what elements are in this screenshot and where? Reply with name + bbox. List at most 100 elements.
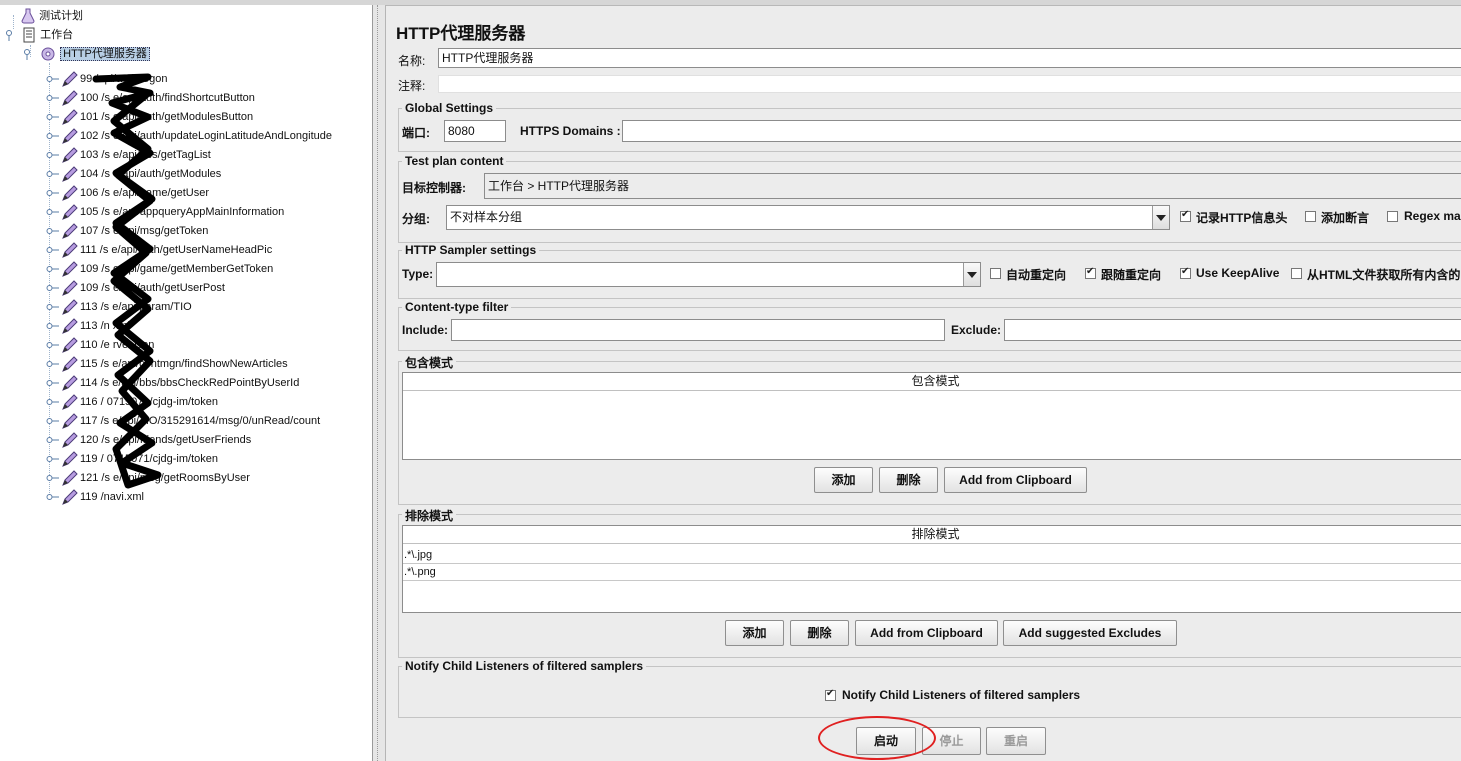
collapsed-handle-icon[interactable] [46, 302, 60, 312]
follow-redirect-checkbox[interactable] [1085, 266, 1096, 279]
collapsed-handle-icon[interactable] [46, 416, 60, 426]
add-suggested-excludes-button[interactable]: Add suggested Excludes [1003, 620, 1177, 646]
comment-field[interactable] [438, 75, 1461, 93]
exclude-patterns-table[interactable]: 排除模式 .*\.jpg .*\.png [402, 525, 1461, 613]
exclude-add-button[interactable]: 添加 [725, 620, 784, 646]
include-delete-button[interactable]: 删除 [879, 467, 938, 493]
http-sampler-pen-icon [62, 394, 78, 410]
keepalive-label: Use KeepAlive [1196, 266, 1280, 280]
notify-title: Notify Child Listeners of filtered sampl… [402, 659, 647, 673]
collapsed-handle-icon[interactable] [46, 454, 60, 464]
chevron-down-icon[interactable] [963, 263, 980, 286]
http-sampler-pen-icon [62, 71, 78, 87]
chevron-down-icon[interactable] [1152, 206, 1169, 229]
http-sampler-pen-icon [62, 261, 78, 277]
tree-node-sampler[interactable]: 102 /s e/api/auth/updateLoginLatitudeAnd… [46, 127, 332, 145]
collapsed-handle-icon[interactable] [46, 283, 60, 293]
redaction-scribble [92, 73, 162, 489]
collapsed-handle-icon[interactable] [46, 74, 60, 84]
type-label: Type: [402, 267, 434, 281]
record-headers-checkbox[interactable] [1180, 209, 1191, 222]
collapsed-handle-icon[interactable] [46, 473, 60, 483]
tree-node-workbench[interactable]: 工作台 [4, 26, 73, 44]
http-sampler-pen-icon [62, 432, 78, 448]
http-sampler-pen-icon [62, 356, 78, 372]
http-sampler-pen-icon [62, 451, 78, 467]
comment-label: 注释: [398, 79, 426, 93]
type-select[interactable] [436, 262, 981, 287]
include-patterns-column-header: 包含模式 [403, 373, 1461, 391]
http-sampler-pen-icon [62, 375, 78, 391]
http-sampler-pen-icon [62, 413, 78, 429]
collapsed-handle-icon[interactable] [46, 226, 60, 236]
exclude-clipboard-button[interactable]: Add from Clipboard [855, 620, 998, 646]
collapsed-handle-icon[interactable] [46, 93, 60, 103]
regex-match-checkbox[interactable] [1387, 211, 1398, 222]
collapsed-handle-icon[interactable] [46, 435, 60, 445]
collapsed-handle-icon[interactable] [46, 397, 60, 407]
tree-node-proxy-server[interactable]: HTTP代理服务器 [22, 45, 150, 63]
table-row[interactable]: .*\.png [403, 564, 1461, 581]
proxy-server-icon [41, 47, 55, 61]
tree-node-sampler[interactable]: 117 /s e/api/TIO/315291614/msg/0/unRead/… [46, 412, 320, 430]
add-assertions-checkbox[interactable] [1305, 211, 1316, 222]
collapsed-handle-icon[interactable] [46, 207, 60, 217]
http-sampler-pen-icon [62, 280, 78, 296]
include-clipboard-button[interactable]: Add from Clipboard [944, 467, 1087, 493]
tree-node-sampler[interactable]: 114 /s e/api/bbs/bbsCheckRedPointByUserI… [46, 374, 299, 392]
expand-handle-icon[interactable] [4, 28, 18, 42]
proxy-config-panel: HTTP代理服务器 名称: HTTP代理服务器 注释: Global Setti… [386, 5, 1461, 761]
http-sampler-pen-icon [62, 147, 78, 163]
include-field[interactable] [451, 319, 945, 341]
collapsed-handle-icon[interactable] [46, 188, 60, 198]
notify-checkbox[interactable] [825, 688, 836, 701]
selected-node-label: HTTP代理服务器 [60, 47, 150, 62]
http-sampler-pen-icon [62, 109, 78, 125]
add-assertions-label: 添加断言 [1321, 211, 1370, 225]
collapsed-handle-icon[interactable] [46, 359, 60, 369]
http-sampler-pen-icon [62, 242, 78, 258]
collapsed-handle-icon[interactable] [46, 264, 60, 274]
embedded-resources-checkbox[interactable] [1291, 268, 1302, 279]
http-sampler-pen-icon [62, 337, 78, 353]
auto-redirect-checkbox[interactable] [990, 268, 1001, 279]
http-sampler-pen-icon [62, 128, 78, 144]
collapsed-handle-icon[interactable] [46, 378, 60, 388]
port-field[interactable]: 8080 [444, 120, 506, 142]
restart-button[interactable]: 重启 [986, 727, 1046, 755]
collapsed-handle-icon[interactable] [46, 492, 60, 502]
include-add-button[interactable]: 添加 [814, 467, 873, 493]
collapsed-handle-icon[interactable] [46, 340, 60, 350]
target-controller-label: 目标控制器: [402, 181, 466, 195]
https-domains-label: HTTPS Domains : [520, 124, 621, 138]
collapsed-handle-icon[interactable] [46, 169, 60, 179]
collapsed-handle-icon[interactable] [46, 150, 60, 160]
exclude-field[interactable] [1004, 319, 1461, 341]
expand-handle-icon[interactable] [22, 47, 36, 61]
collapsed-handle-icon[interactable] [46, 321, 60, 331]
exclude-patterns-column-header: 排除模式 [403, 526, 1461, 544]
http-sampler-pen-icon [62, 166, 78, 182]
target-controller-combo[interactable]: 工作台 > HTTP代理服务器 [484, 173, 1461, 199]
table-row[interactable]: .*\.jpg [403, 547, 1461, 564]
record-headers-label: 记录HTTP信息头 [1196, 211, 1288, 225]
collapsed-handle-icon[interactable] [46, 112, 60, 122]
exclude-delete-button[interactable]: 删除 [790, 620, 849, 646]
panel-splitter[interactable] [373, 5, 386, 761]
test-plan-icon [21, 8, 35, 24]
https-domains-field[interactable] [622, 120, 1461, 142]
keepalive-checkbox[interactable] [1180, 266, 1191, 279]
test-plan-tree[interactable]: 测试计划 工作台 HTTP代理服务器 99 /api/auth/logon 100… [0, 5, 373, 761]
embedded-resources-label: 从HTML文件获取所有内含的 [1307, 268, 1461, 282]
include-patterns-table[interactable]: 包含模式 [402, 372, 1461, 460]
grouping-select[interactable]: 不对样本分组 [446, 205, 1170, 230]
collapsed-handle-icon[interactable] [46, 245, 60, 255]
exclude-patterns-title: 排除模式 [402, 507, 457, 524]
tree-node-test-plan[interactable]: 测试计划 [20, 7, 83, 25]
http-sampler-pen-icon [62, 470, 78, 486]
sampler-settings-title: HTTP Sampler settings [402, 243, 540, 257]
regex-match-label: Regex ma [1404, 209, 1461, 223]
name-field[interactable]: HTTP代理服务器 [438, 48, 1461, 68]
collapsed-handle-icon[interactable] [46, 131, 60, 141]
test-plan-content-title: Test plan content [402, 154, 507, 168]
